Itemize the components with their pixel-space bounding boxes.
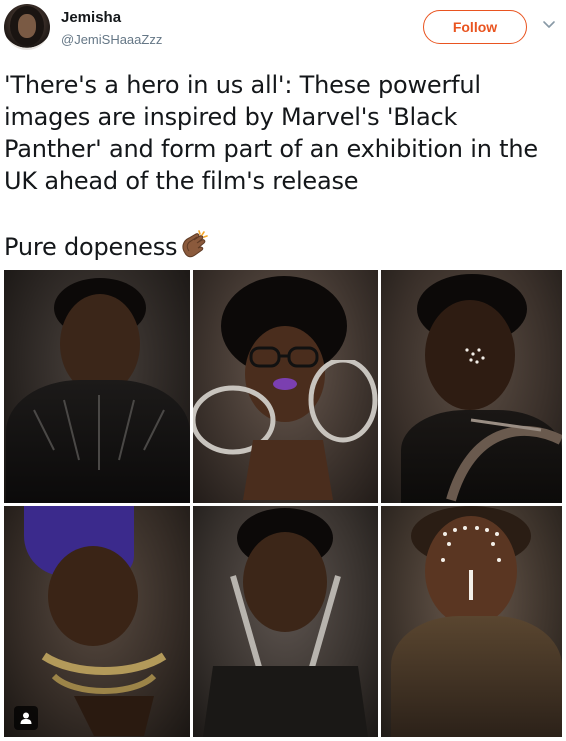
tagged-people-badge[interactable] (14, 706, 38, 730)
photo-1[interactable] (4, 270, 190, 503)
photo-3[interactable] (381, 270, 562, 503)
crossed-blades (203, 575, 368, 737)
chevron-down-icon[interactable] (542, 18, 556, 32)
suit-pattern (33, 395, 165, 470)
follow-button[interactable]: Follow (423, 10, 527, 44)
photo-6[interactable] (381, 506, 562, 737)
media-grid[interactable] (4, 270, 562, 737)
author-handle[interactable]: @JemiSHaaaZzz (61, 32, 162, 47)
clapping-hands-icon (182, 230, 209, 258)
white-dot-paint (441, 526, 501, 600)
photo-5[interactable] (193, 506, 378, 737)
photo-2[interactable] (193, 270, 378, 503)
photo-4[interactable] (4, 506, 190, 737)
tweet-body: 'There's a hero in us all': These powerf… (4, 71, 538, 261)
tweet-header: Jemisha @JemiSHaaaZzz Follow (0, 0, 566, 60)
gold-neck-rings (41, 652, 167, 736)
tweet-text: 'There's a hero in us all': These powerf… (4, 69, 560, 263)
metal-rings (193, 360, 378, 500)
person-tag-icon (20, 712, 32, 724)
bow-weapon (446, 418, 562, 502)
avatar-face (18, 14, 36, 38)
face-paint (465, 348, 485, 364)
avatar[interactable] (4, 4, 50, 50)
author-name[interactable]: Jemisha (61, 9, 121, 26)
